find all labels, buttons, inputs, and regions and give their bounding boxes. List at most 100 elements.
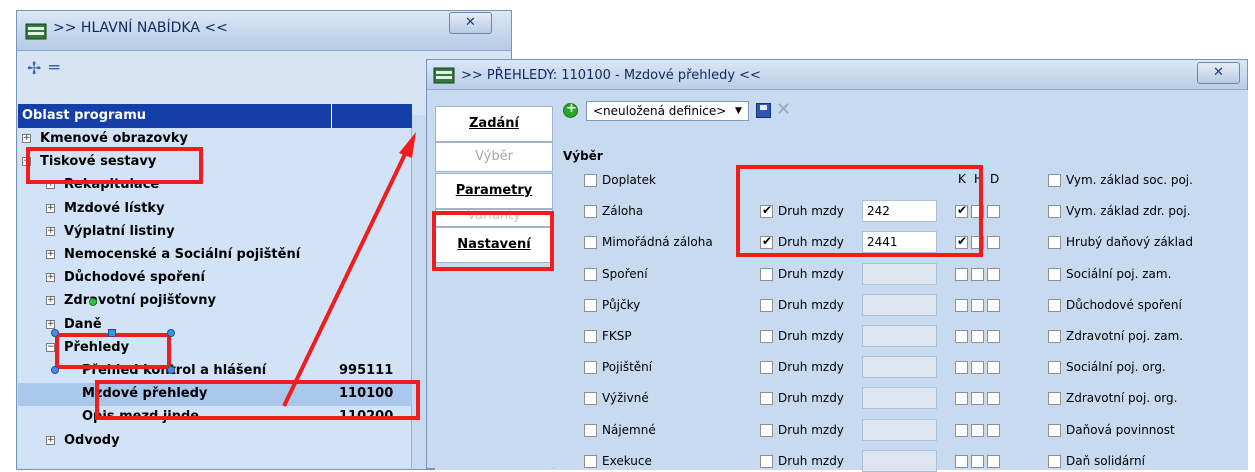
checkbox-left[interactable] <box>584 267 597 281</box>
expand-icon[interactable]: + <box>46 296 55 306</box>
collapse-icon[interactable]: − <box>46 342 55 352</box>
checkbox-left-label: Nájemné <box>602 422 656 437</box>
k-checkbox[interactable] <box>955 423 968 437</box>
k-checkbox[interactable] <box>955 361 968 375</box>
druh-mzdy-label: Druh mzdy <box>778 391 844 406</box>
druh-mzdy-input[interactable] <box>862 418 937 441</box>
checkbox-right[interactable] <box>1048 454 1061 468</box>
h-checkbox[interactable] <box>971 361 984 375</box>
checkbox-right[interactable] <box>1048 298 1061 312</box>
druh-mzdy-input[interactable] <box>862 325 937 347</box>
druh-mzdy-input[interactable] <box>862 387 937 410</box>
definition-select[interactable]: <neuložená definice> ▼ <box>586 101 749 121</box>
tree-item[interactable]: + Důchodové spoření <box>18 267 412 290</box>
column-header-d: D <box>990 172 1000 186</box>
expand-icon[interactable]: + <box>46 435 55 445</box>
checkbox-right[interactable] <box>1048 205 1061 219</box>
k-checkbox[interactable] <box>955 454 968 468</box>
checkbox-left[interactable] <box>584 236 597 250</box>
main-window-titlebar: >> HLAVNÍ NABÍDKA << ✕ <box>17 11 511 51</box>
druh-mzdy-checkbox[interactable] <box>760 298 773 312</box>
checkbox-left-label: Exekuce <box>602 453 652 468</box>
checkbox-left[interactable] <box>584 361 597 375</box>
h-checkbox[interactable] <box>971 267 984 281</box>
checkbox-left-label: FKSP <box>602 329 632 343</box>
main-window-close-button[interactable]: ✕ <box>449 12 492 34</box>
checkbox-left[interactable] <box>584 423 597 437</box>
expand-icon[interactable]: + <box>46 203 55 213</box>
checkbox-right[interactable] <box>1048 236 1061 250</box>
selection-handle[interactable] <box>167 366 175 374</box>
druh-mzdy-input[interactable] <box>862 262 937 285</box>
expand-all-icon[interactable]: ✢ <box>27 59 41 79</box>
selection-handle[interactable] <box>51 329 59 337</box>
checkbox-left[interactable] <box>584 392 597 406</box>
save-icon[interactable] <box>756 103 771 118</box>
expand-icon[interactable]: + <box>46 319 55 329</box>
d-checkbox[interactable] <box>987 392 1000 406</box>
checkbox-left-label: Půjčky <box>602 297 641 312</box>
druh-mzdy-input[interactable] <box>862 356 937 379</box>
d-checkbox[interactable] <box>987 267 1000 281</box>
d-checkbox[interactable] <box>987 298 1000 312</box>
window-icon <box>433 67 455 84</box>
expand-icon[interactable]: + <box>46 273 55 283</box>
tab-zadani[interactable]: Zadání <box>435 106 553 142</box>
h-checkbox[interactable] <box>971 392 984 406</box>
k-checkbox[interactable] <box>955 330 968 343</box>
checkbox-right[interactable] <box>1048 423 1061 437</box>
tree-item[interactable]: + Nemocenské a Sociální pojištění <box>18 244 412 267</box>
d-checkbox[interactable] <box>987 423 1000 437</box>
selection-handle[interactable] <box>167 329 175 337</box>
checkbox-right[interactable] <box>1048 392 1061 406</box>
tree-item[interactable]: + Zdravotní pojišťovny <box>18 290 412 313</box>
h-checkbox[interactable] <box>971 330 984 343</box>
d-checkbox[interactable] <box>987 330 1000 343</box>
checkbox-left[interactable] <box>584 174 597 187</box>
druh-mzdy-checkbox[interactable] <box>760 423 773 437</box>
druh-mzdy-checkbox[interactable] <box>760 361 773 375</box>
selection-handle[interactable] <box>108 329 116 337</box>
druh-mzdy-input[interactable] <box>862 293 937 316</box>
tree-item[interactable]: + Mzdové lístky <box>18 198 412 221</box>
tab-vyber[interactable]: Výběr <box>435 142 553 172</box>
tree-item[interactable]: + Odvody <box>18 430 412 453</box>
druh-mzdy-checkbox[interactable] <box>760 392 773 406</box>
tree-item[interactable]: + Výplatní listiny <box>18 221 412 244</box>
k-checkbox[interactable] <box>955 392 968 406</box>
d-checkbox[interactable] <box>987 236 1000 250</box>
k-checkbox[interactable] <box>955 267 968 281</box>
checkbox-right[interactable] <box>1048 330 1061 343</box>
h-checkbox[interactable] <box>971 298 984 312</box>
chevron-down-icon[interactable]: ▼ <box>731 104 746 118</box>
d-checkbox[interactable] <box>987 205 1000 219</box>
expand-icon[interactable]: + <box>46 250 55 259</box>
h-checkbox[interactable] <box>971 423 984 437</box>
dialog-close-button[interactable]: ✕ <box>1197 62 1240 84</box>
expand-icon[interactable]: + <box>22 134 31 143</box>
checkbox-left[interactable] <box>584 330 597 343</box>
h-checkbox[interactable] <box>971 454 984 468</box>
rotation-handle[interactable] <box>89 298 97 306</box>
druh-mzdy-checkbox[interactable] <box>760 330 773 343</box>
druh-mzdy-label: Druh mzdy <box>778 297 844 312</box>
checkbox-right[interactable] <box>1048 174 1061 187</box>
column-separator <box>331 104 332 128</box>
checkbox-left[interactable] <box>584 298 597 312</box>
delete-icon[interactable]: ✕ <box>776 99 791 120</box>
selection-handle[interactable] <box>51 366 59 374</box>
checkbox-left[interactable] <box>584 205 597 219</box>
collapse-all-icon[interactable]: ═ <box>49 58 59 78</box>
k-checkbox[interactable] <box>955 298 968 312</box>
d-checkbox[interactable] <box>987 361 1000 375</box>
druh-mzdy-checkbox[interactable] <box>760 267 773 281</box>
expand-icon[interactable]: + <box>46 226 55 236</box>
druh-mzdy-checkbox[interactable] <box>760 454 773 468</box>
checkbox-left[interactable] <box>584 454 597 468</box>
tab-parametry[interactable]: Parametry <box>435 173 553 209</box>
add-definition-icon[interactable] <box>563 101 578 118</box>
checkbox-right[interactable] <box>1048 361 1061 375</box>
checkbox-right[interactable] <box>1048 267 1061 281</box>
druh-mzdy-input[interactable] <box>862 449 937 472</box>
d-checkbox[interactable] <box>987 454 1000 468</box>
